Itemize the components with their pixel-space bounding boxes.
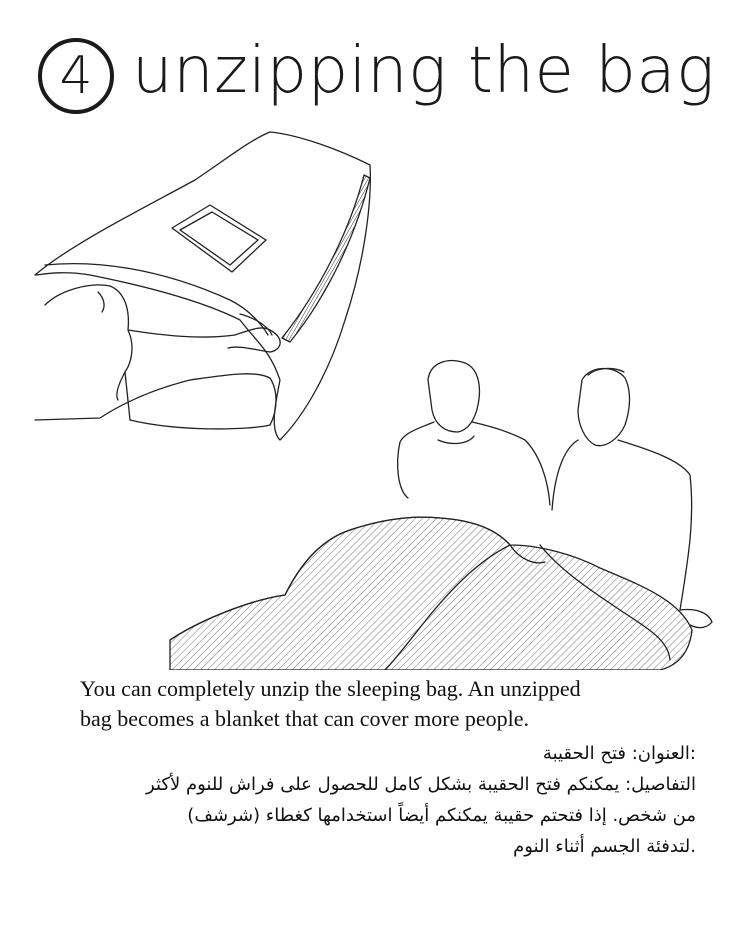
arabic-caption-title: :العنوان: فتح الحقيبة	[542, 743, 696, 764]
english-caption-line-1: You can completely unzip the sleeping ba…	[80, 676, 581, 701]
arabic-caption-line-1: التفاصيل: يمكنكم فتح الحقيبة بشكل كامل ل…	[146, 774, 696, 795]
arabic-caption: :العنوان: فتح الحقيبة التفاصيل: يمكنكم ف…	[60, 738, 696, 862]
person-unzipping-sleeping-bag-icon	[34, 131, 371, 441]
arabic-caption-line-2: من شخص. إذا فتحتم حقيبة يمكنكم أيضاً است…	[187, 805, 696, 826]
arabic-caption-line-3: .لتدفئة الجسم أثناء النوم	[513, 836, 696, 857]
illustration	[34, 131, 713, 670]
two-men-under-unzipped-bag-icon	[169, 359, 713, 670]
english-caption-line-2: bag becomes a blanket that can cover mor…	[80, 706, 529, 731]
english-caption: You can completely unzip the sleeping ba…	[80, 674, 680, 734]
